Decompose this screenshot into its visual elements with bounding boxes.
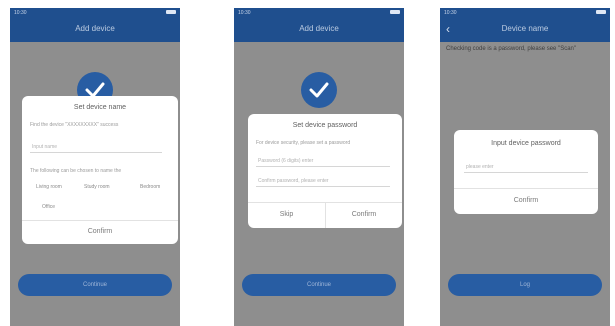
- input-device-password-dialog: Input device password please enter Confi…: [454, 130, 598, 214]
- dialog-title: Set device password: [292, 122, 358, 129]
- status-bar: 10:30: [10, 8, 180, 18]
- status-bar: 10:30: [440, 8, 610, 18]
- battery-icon: [390, 10, 400, 14]
- name-choice-study-room[interactable]: Study room: [84, 184, 110, 190]
- name-choice-office[interactable]: Office: [42, 204, 55, 210]
- name-choice-living-room[interactable]: Living room: [36, 184, 62, 190]
- skip-button[interactable]: Skip: [248, 211, 325, 218]
- nav-title: Device name: [501, 24, 549, 33]
- success-check-icon: [301, 72, 337, 108]
- confirm-button[interactable]: Confirm: [454, 197, 598, 204]
- nav-title: Add device: [299, 24, 339, 33]
- battery-icon: [596, 10, 606, 14]
- device-name-input[interactable]: Input name: [30, 142, 162, 153]
- set-device-name-dialog: Set device name Find the device "XXXXXXX…: [22, 96, 178, 244]
- dialog-prompt: For device security, please set a passwo…: [256, 140, 351, 146]
- dialog-prompt: Find the device "XXXXXXXXX" success: [30, 122, 119, 128]
- phone-screen-input-device-password: 10:30 ‹ Device name Checking code is a p…: [440, 8, 610, 326]
- recommend-text: The following can be chosen to name the: [30, 168, 122, 174]
- status-bar: 10:30: [234, 8, 404, 18]
- status-time: 10:30: [444, 10, 457, 16]
- status-time: 10:30: [14, 10, 27, 16]
- continue-button[interactable]: Continue: [18, 274, 172, 296]
- nav-bar: ‹ Device name: [440, 18, 610, 42]
- name-choice-bedroom[interactable]: Bedroom: [140, 184, 160, 190]
- phone-screen-set-device-name: 10:30 Add device Set device name Find th…: [10, 8, 180, 326]
- dialog-divider: [454, 188, 598, 189]
- dialog-title: Set device name: [73, 104, 127, 111]
- password-input[interactable]: Password (6 digits) enter: [256, 156, 390, 167]
- scan-hint-text: Checking code is a password, please see …: [446, 46, 576, 52]
- battery-icon: [166, 10, 176, 14]
- confirm-button[interactable]: Confirm: [326, 211, 402, 218]
- phone-screen-set-device-password: 10:30 Add device Set device password For…: [234, 8, 404, 326]
- device-password-input[interactable]: please enter: [464, 162, 588, 173]
- dialog-divider: [22, 220, 178, 221]
- nav-bar: Add device: [10, 18, 180, 42]
- continue-button[interactable]: Continue: [242, 274, 396, 296]
- confirm-button[interactable]: Confirm: [22, 228, 178, 235]
- log-button[interactable]: Log: [448, 274, 602, 296]
- nav-bar: Add device: [234, 18, 404, 42]
- dialog-title: Input device password: [491, 140, 561, 147]
- set-device-password-dialog: Set device password For device security,…: [248, 114, 402, 228]
- nav-title: Add device: [75, 24, 115, 33]
- confirm-password-input[interactable]: Confirm password, please enter: [256, 176, 390, 187]
- status-time: 10:30: [238, 10, 251, 16]
